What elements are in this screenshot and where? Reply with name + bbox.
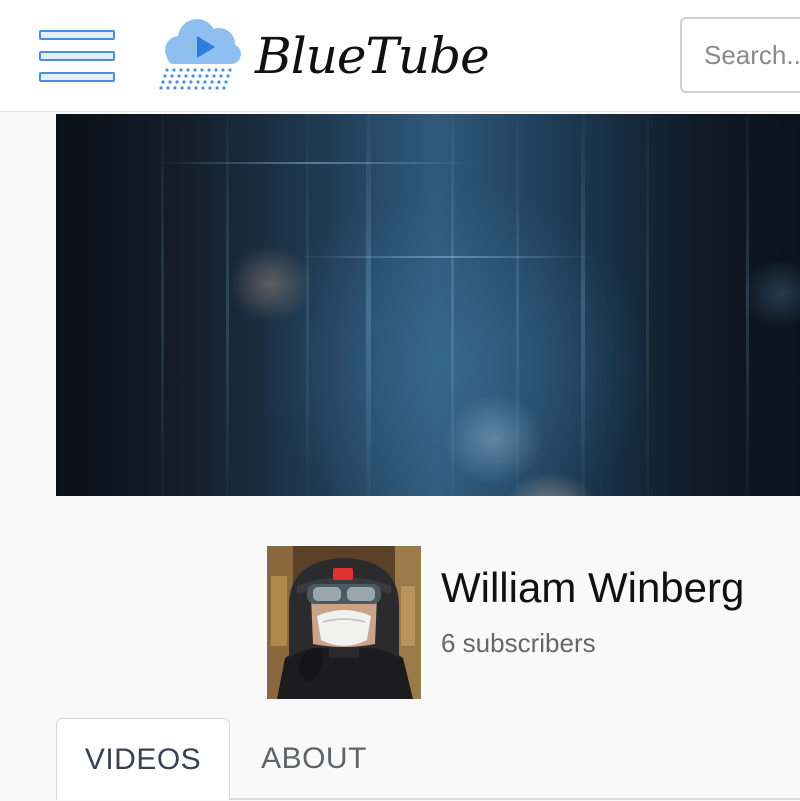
avatar-photo — [267, 546, 421, 699]
menu-button[interactable] — [39, 30, 115, 82]
channel-avatar[interactable] — [267, 546, 421, 699]
cloud-play-rain-icon — [159, 19, 241, 90]
tab-videos[interactable]: VIDEOS — [56, 718, 230, 800]
channel-banner-image — [56, 114, 800, 496]
subscriber-count: 6 subscribers — [441, 628, 596, 658]
bluetube-logo[interactable]: BlueTube — [157, 14, 507, 96]
channel-name: William Winberg — [441, 564, 745, 611]
tab-about[interactable]: ABOUT — [234, 718, 394, 800]
search-input[interactable] — [680, 17, 800, 93]
logo-text: BlueTube — [255, 27, 490, 85]
top-header: BlueTube — [0, 0, 800, 112]
